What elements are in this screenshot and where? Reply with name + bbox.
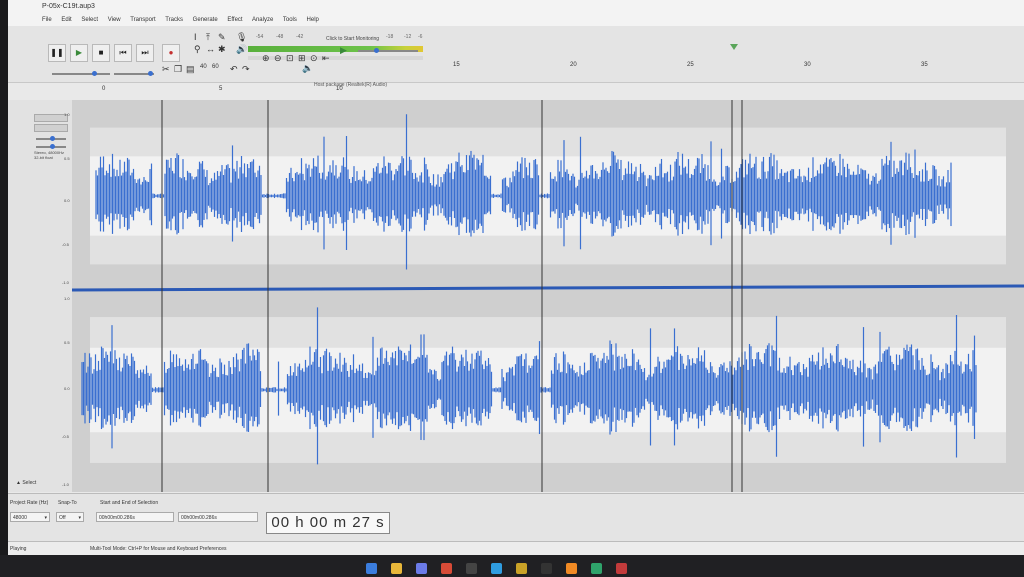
pause-button[interactable]: ❚❚ [48,44,66,62]
envelope-tool-icon[interactable]: ⤒ [206,32,210,43]
playhead-marker[interactable] [729,44,738,50]
ruler-label: 15 [453,62,460,68]
snap-to-label: Snap-To [58,500,77,506]
amp-label: 1.0 [64,112,70,117]
start-end-label: Start and End of Selection [100,500,159,506]
title-bar: P-05x-C19t.aup3 [8,0,1024,14]
status-state: Playing [10,546,27,552]
project-rate-select[interactable]: 48000 ▾ [10,512,50,522]
playback-speed-slider[interactable] [358,50,418,52]
timeshift-tool-icon[interactable]: ↔ [206,44,215,54]
monitor-label[interactable]: Click to Start Monitoring [326,36,379,42]
chevron-down-icon: ▾ [44,515,47,521]
track-select-button[interactable]: ▲ Select [16,480,36,486]
menu-help[interactable]: Help [307,17,319,23]
amp-label: 1.0 [64,296,70,301]
project-rate-value: 48000 [13,515,27,521]
amp-label: 0.0 [64,198,70,203]
amp-label: 0.5 [64,156,70,161]
menu-bar: File Edit Select View Transport Tracks G… [8,14,1024,26]
selection-start-field[interactable]: 00h00m00.286s [96,512,174,522]
project-rate-label: Project Rate (Hz) [10,500,49,506]
menu-transport[interactable]: Transport [130,17,155,23]
play-at-speed-icon[interactable]: ▶ [340,45,347,56]
app-d-icon[interactable] [616,563,627,574]
waveform-area[interactable] [72,100,1024,492]
ruler-label: 5 [219,86,223,92]
play-meter-icon[interactable]: 🔊 [236,44,247,55]
chrome-icon[interactable] [441,563,452,574]
status-bar: Playing Multi-Tool Mode: Ctrl+P for Mous… [8,541,1024,555]
amp-label: -0.5 [62,434,69,439]
zoom-tool-icon[interactable]: ⚲ [194,44,201,55]
chevron-down-icon: ▾ [78,515,81,521]
app-a-icon[interactable] [541,563,552,574]
track-info: Stereo, 48000Hz 32-bit float [34,150,65,160]
snap-to-value: Off [59,515,66,521]
waveform-svg[interactable] [72,100,1024,492]
selection-end-field[interactable]: 00h00m00.286s [178,512,258,522]
amp-label: -1.0 [62,280,69,285]
snap-to-select[interactable]: Off ▾ [56,512,84,522]
menu-select[interactable]: Select [81,17,98,23]
selection-toolbar: Project Rate (Hz) 48000 ▾ Snap-To Off ▾ … [8,493,1024,542]
menu-effect[interactable]: Effect [227,17,242,23]
app-c-icon[interactable] [591,563,602,574]
menu-edit[interactable]: Edit [61,17,71,23]
multi-tool-icon[interactable]: ✱ [218,44,226,55]
window-title: P-05x-C19t.aup3 [42,3,95,10]
ruler-label: 30 [804,62,811,68]
amp-label: -0.5 [62,242,69,247]
menu-view[interactable]: View [108,17,121,23]
audacity-window: P-05x-C19t.aup3 File Edit Select View Tr… [8,0,1024,555]
solo-button[interactable] [34,124,68,132]
amp-label: 0.5 [64,340,70,345]
timeline-ruler[interactable]: 0 5 10 15 20 25 30 35 [80,44,1024,96]
meter-tick: -12 [404,34,412,40]
windows-start-icon[interactable] [366,563,377,574]
ruler-label: 25 [687,62,694,68]
obs-icon[interactable] [466,563,477,574]
ruler-label: 20 [570,62,577,68]
menu-tracks[interactable]: Tracks [165,17,183,23]
taskmgr-icon[interactable] [516,563,527,574]
amp-label: -1.0 [62,482,69,487]
menu-analyze[interactable]: Analyze [252,17,273,23]
meter-tick: -6 [418,34,423,40]
pan-knob[interactable] [50,144,55,149]
ruler-label: 35 [921,62,928,68]
terminal-icon[interactable] [491,563,502,574]
track-control-panel: Stereo, 48000Hz 32-bit float ▲ Select 1.… [8,100,73,492]
meter-tick: -48 [276,34,284,40]
meter-tick: -18 [386,34,394,40]
ruler-label: 10 [336,86,343,92]
file-explorer-icon[interactable] [391,563,402,574]
menu-generate[interactable]: Generate [193,17,218,23]
discord-icon[interactable] [416,563,427,574]
meter-tick: -54 [256,34,264,40]
app-b-icon[interactable] [566,563,577,574]
meter-tick: -42 [296,34,304,40]
menu-tools[interactable]: Tools [283,17,297,23]
pause-icon: ❚❚ [50,48,64,57]
taskbar [0,555,1024,577]
audio-position-display[interactable]: 00 h 00 m 27 s [266,512,390,534]
collapse-icon: ▲ [16,480,21,486]
mute-button[interactable] [34,114,68,122]
amp-label: 0.0 [64,386,70,391]
menu-file[interactable]: File [42,17,52,23]
select-label: Select [22,480,37,486]
gain-knob[interactable] [50,136,55,141]
selection-tool-icon[interactable]: I [194,32,197,42]
draw-tool-icon[interactable]: ✎ [218,32,226,43]
playback-speed-knob[interactable] [374,48,379,53]
status-hint: Multi-Tool Mode: Ctrl+P for Mouse and Ke… [90,546,227,552]
ruler-label: 0 [102,86,106,92]
